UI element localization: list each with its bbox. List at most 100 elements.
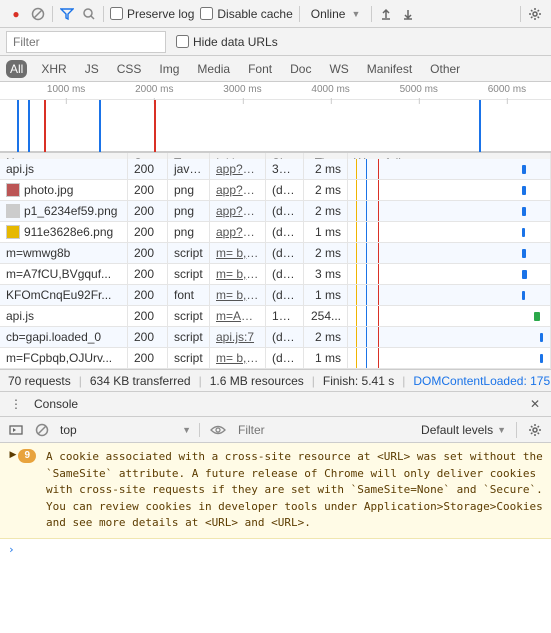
- upload-icon[interactable]: [378, 6, 394, 22]
- search-icon[interactable]: [81, 6, 97, 22]
- timeline-marker: [17, 100, 19, 152]
- hide-data-urls-label: Hide data URLs: [193, 35, 278, 49]
- type-filter-manifest[interactable]: Manifest: [363, 60, 416, 78]
- console-prompt[interactable]: ›: [0, 539, 551, 560]
- preserve-log-checkbox[interactable]: Preserve log: [110, 7, 194, 21]
- table-row[interactable]: photo.jpg200pngapp?hl=...(dis...2 ms: [0, 180, 551, 201]
- table-row[interactable]: KFOmCnqEu92Fr...200fontm= b, t...(dis...…: [0, 285, 551, 306]
- type-filter-other[interactable]: Other: [426, 60, 464, 78]
- gear-icon[interactable]: [527, 6, 543, 22]
- cell-time: 3 ms: [304, 264, 348, 284]
- filter-icon[interactable]: [59, 6, 75, 22]
- cell-type: script: [168, 306, 210, 326]
- summary-domcontentloaded: DOMContentLoaded: 175 ms: [413, 374, 551, 388]
- summary-finish: Finish: 5.41 s: [323, 374, 394, 388]
- initiator-link[interactable]: m= b, t...: [216, 267, 263, 281]
- throttle-select[interactable]: Online ▼: [306, 6, 366, 22]
- summary-resources: 1.6 MB resources: [210, 374, 304, 388]
- kebab-icon[interactable]: ⋮: [8, 396, 24, 412]
- clear-console-icon[interactable]: [34, 422, 50, 438]
- table-row[interactable]: p1_6234ef59.png200pngapp?hl=...(dis...2 …: [0, 201, 551, 222]
- table-row[interactable]: api.js200scriptm=A7fC...163 B254...: [0, 306, 551, 327]
- initiator-link[interactable]: app?hl=...: [216, 183, 266, 197]
- initiator-link[interactable]: m= b, t...: [216, 246, 263, 260]
- waterfall-bar: [522, 165, 526, 174]
- cell-type: script: [168, 348, 210, 368]
- record-icon[interactable]: ●: [8, 6, 24, 22]
- waterfall-bar: [522, 291, 525, 300]
- type-filter-img[interactable]: Img: [155, 60, 183, 78]
- warning-text: A cookie associated with a cross-site re…: [46, 449, 543, 532]
- request-name: m=FCpbqb,OJUrv...: [6, 351, 112, 365]
- close-icon[interactable]: ✕: [527, 396, 543, 412]
- eye-icon[interactable]: [210, 422, 226, 438]
- console-tab[interactable]: Console: [34, 397, 78, 411]
- type-filter-js[interactable]: JS: [81, 60, 103, 78]
- cell-type: font: [168, 285, 210, 305]
- timeline-marker: [44, 100, 46, 152]
- log-levels-select[interactable]: Default levels ▼: [421, 423, 506, 437]
- chevron-down-icon: ▼: [351, 9, 360, 19]
- type-filter-ws[interactable]: WS: [325, 60, 352, 78]
- type-filter-all[interactable]: All: [6, 60, 27, 78]
- table-row[interactable]: m=FCpbqb,OJUrv...200scriptm= b, t...(dis…: [0, 348, 551, 369]
- timeline-tick: 5000 ms: [400, 84, 438, 95]
- console-warning: ▶9 A cookie associated with a cross-site…: [0, 443, 551, 539]
- warning-count-badge: 9: [18, 449, 36, 463]
- request-name: p1_6234ef59.png: [24, 204, 117, 218]
- initiator-link[interactable]: app?hl=...: [216, 225, 266, 239]
- context-select[interactable]: top ▼: [60, 423, 200, 437]
- type-filter-doc[interactable]: Doc: [286, 60, 315, 78]
- waterfall-bar: [522, 228, 525, 237]
- table-row[interactable]: api.js200java...app?hl=...300 B2 ms: [0, 159, 551, 180]
- expand-icon[interactable]: ▶: [10, 449, 17, 532]
- waterfall-bar: [540, 333, 543, 342]
- request-name: cb=gapi.loaded_0: [6, 330, 101, 344]
- timeline-overview[interactable]: 1000 ms2000 ms3000 ms4000 ms5000 ms6000 …: [0, 82, 551, 152]
- cell-size: (dis...: [266, 180, 304, 200]
- timeline-tick: 2000 ms: [135, 84, 173, 95]
- table-row[interactable]: cb=gapi.loaded_0200scriptapi.js:7(dis...…: [0, 327, 551, 348]
- cell-size: (dis...: [266, 327, 304, 347]
- timeline-marker: [479, 100, 481, 152]
- separator: [520, 6, 521, 22]
- initiator-link[interactable]: api.js:7: [216, 330, 254, 344]
- filter-input[interactable]: [6, 31, 166, 53]
- preview-icon: [6, 225, 20, 239]
- cell-time: 2 ms: [304, 159, 348, 179]
- initiator-link[interactable]: m=A7fC...: [216, 309, 266, 323]
- table-row[interactable]: 911e3628e6.png200pngapp?hl=...(dis...1 m…: [0, 222, 551, 243]
- initiator-link[interactable]: app?hl=...: [216, 162, 266, 176]
- request-name: api.js: [6, 162, 34, 176]
- cell-time: 2 ms: [304, 180, 348, 200]
- cell-size: (dis...: [266, 264, 304, 284]
- cell-size: (dis...: [266, 243, 304, 263]
- network-toolbar: ● Preserve log Disable cache Online ▼: [0, 0, 551, 28]
- initiator-link[interactable]: m= b, t...: [216, 351, 263, 365]
- initiator-link[interactable]: m= b, t...: [216, 288, 263, 302]
- context-value: top: [60, 423, 77, 437]
- download-icon[interactable]: [400, 6, 416, 22]
- cell-waterfall: [348, 201, 551, 221]
- type-filter-media[interactable]: Media: [193, 60, 234, 78]
- chevron-down-icon: ▼: [497, 425, 506, 435]
- cell-type: script: [168, 264, 210, 284]
- type-filter-css[interactable]: CSS: [113, 60, 146, 78]
- request-name: photo.jpg: [24, 183, 73, 197]
- cell-status: 200: [128, 348, 168, 368]
- execution-context-icon[interactable]: [8, 422, 24, 438]
- cell-type: java...: [168, 159, 210, 179]
- disable-cache-checkbox[interactable]: Disable cache: [200, 7, 292, 21]
- table-row[interactable]: m=wmwg8b200scriptm= b, t...(dis...2 ms: [0, 243, 551, 264]
- type-filter-font[interactable]: Font: [244, 60, 276, 78]
- cell-waterfall: [348, 243, 551, 263]
- initiator-link[interactable]: app?hl=...: [216, 204, 266, 218]
- console-filter-input[interactable]: [236, 421, 411, 439]
- clear-icon[interactable]: [30, 6, 46, 22]
- request-name: m=A7fCU,BVgquf...: [6, 267, 111, 281]
- gear-icon[interactable]: [527, 422, 543, 438]
- table-row[interactable]: m=A7fCU,BVgquf...200scriptm= b, t...(dis…: [0, 264, 551, 285]
- type-filter-xhr[interactable]: XHR: [37, 60, 70, 78]
- request-table: Name Stat... Type Initiator Size Time Wa…: [0, 152, 551, 369]
- hide-data-urls-checkbox[interactable]: Hide data URLs: [176, 35, 278, 49]
